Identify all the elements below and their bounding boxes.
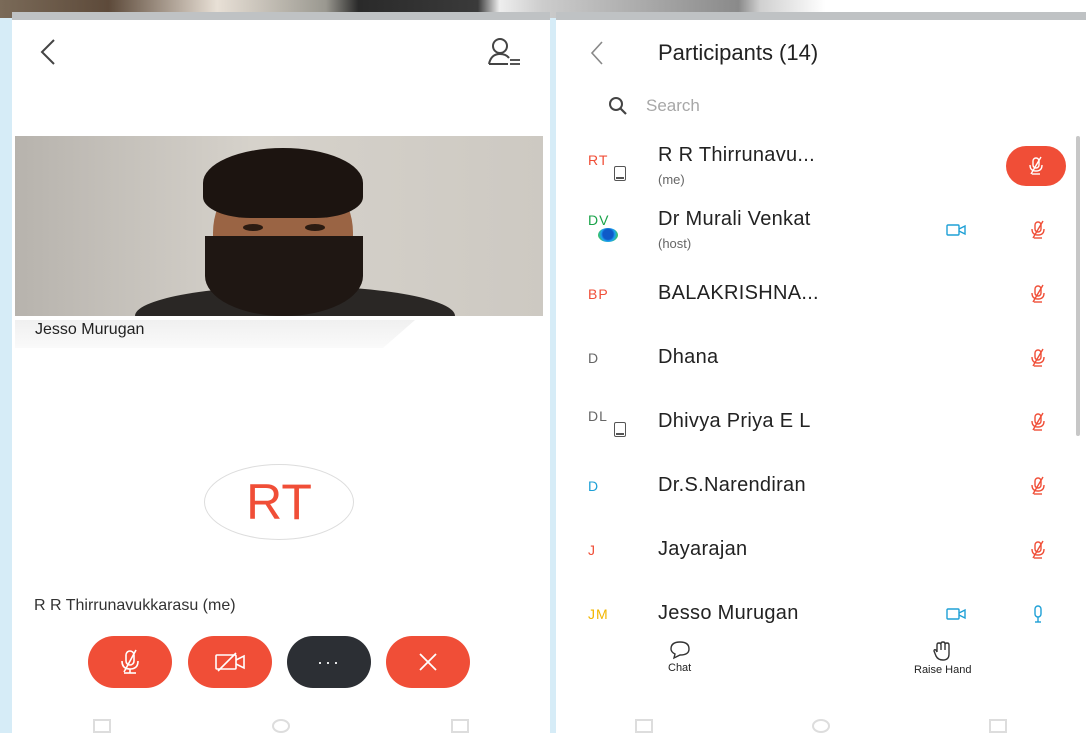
participant-initials: D	[588, 350, 600, 366]
participant-role: (host)	[658, 236, 692, 251]
participant-row[interactable]: D Dr.S.Narendiran	[556, 454, 1076, 518]
participant-row[interactable]: BP BALAKRISHNA...	[556, 262, 1076, 326]
mic-muted-icon	[1031, 540, 1045, 559]
mic-muted-icon	[1031, 412, 1045, 431]
menu-nav-icon[interactable]	[92, 719, 111, 733]
video-person-hair	[203, 148, 363, 218]
self-name-label: R R Thirrunavukkarasu (me)	[34, 597, 236, 614]
system-nav-bar	[12, 716, 550, 733]
participants-screen: Participants (14) RT R R Thirrunavu... (…	[556, 12, 1086, 733]
more-icon: ···	[317, 651, 341, 672]
raise-hand-icon	[933, 641, 950, 661]
participant-name: Jesso Murugan	[658, 602, 799, 624]
participant-initials: BP	[588, 286, 609, 302]
video-person-eye	[243, 224, 263, 231]
chevron-left-icon	[40, 39, 55, 65]
video-on-icon	[946, 608, 966, 620]
meeting-screen: Jesso Murugan RT R R Thirrunavukkarasu (…	[12, 12, 550, 733]
participant-row[interactable]: RT R R Thirrunavu... (me)	[556, 134, 1076, 198]
participant-initials: JM	[588, 606, 609, 622]
home-nav-icon[interactable]	[811, 719, 830, 733]
participant-initials: J	[588, 542, 596, 558]
mic-muted-icon	[1031, 348, 1045, 367]
status-bar	[12, 12, 550, 20]
participant-role: (me)	[658, 172, 685, 187]
search-bar[interactable]	[608, 90, 1048, 122]
self-mute-button[interactable]	[1006, 146, 1066, 186]
participant-row[interactable]: JM Jesso Murugan	[556, 582, 1076, 646]
video-person-eye	[305, 224, 325, 231]
participant-name: Jayarajan	[658, 538, 748, 560]
back-nav-icon[interactable]	[988, 719, 1007, 733]
participant-initials: DV	[588, 212, 610, 229]
status-bar	[556, 12, 1086, 20]
close-icon	[419, 653, 437, 671]
participant-name: Dhivya Priya E L	[658, 410, 811, 432]
participant-initials: D	[588, 478, 600, 494]
participant-name: Dr Murali Venkat	[658, 208, 811, 230]
participant-list: RT R R Thirrunavu... (me) DV Dr Murali V…	[556, 134, 1076, 646]
participant-logo-icon	[598, 228, 618, 242]
participant-initials: RT	[588, 151, 609, 168]
search-icon	[609, 97, 627, 115]
video-on-icon	[946, 224, 966, 236]
participant-initials: DL	[588, 407, 608, 424]
video-toggle-button[interactable]	[188, 636, 272, 688]
mic-muted-icon	[1029, 156, 1043, 175]
leave-meeting-button[interactable]	[386, 636, 470, 688]
chevron-left-icon	[590, 41, 603, 65]
video-tile-name: Jesso Murugan	[15, 320, 415, 348]
participants-actions-bar: Chat Raise Hand	[556, 640, 1086, 690]
mic-muted-icon	[1031, 220, 1045, 239]
participant-row[interactable]: DV Dr Murali Venkat (host)	[556, 198, 1076, 262]
participant-name: Dr.S.Narendiran	[658, 474, 806, 496]
remote-video-tile[interactable]	[15, 136, 543, 316]
mic-muted-icon	[1031, 476, 1045, 495]
video-person-beard	[205, 236, 363, 316]
mobile-device-icon	[614, 166, 626, 181]
back-button[interactable]	[584, 36, 612, 70]
self-avatar: RT	[204, 464, 354, 540]
chat-label: Chat	[668, 662, 692, 674]
search-input[interactable]	[646, 96, 1006, 116]
mobile-device-icon	[614, 422, 626, 437]
home-nav-icon[interactable]	[271, 719, 290, 733]
participant-row[interactable]: J Jayarajan	[556, 518, 1076, 582]
participant-name: BALAKRISHNA...	[658, 282, 819, 304]
participant-row[interactable]: D Dhana	[556, 326, 1076, 390]
mic-muted-icon	[121, 649, 139, 674]
more-options-button[interactable]: ···	[287, 636, 371, 688]
participants-title: Participants (14)	[658, 40, 819, 65]
list-scrollbar[interactable]	[1076, 136, 1080, 436]
chat-bubble-icon	[669, 641, 690, 660]
participants-list-icon	[488, 38, 520, 65]
system-nav-bar	[556, 716, 1086, 733]
participants-button[interactable]	[486, 34, 522, 70]
mic-on-icon	[1034, 605, 1042, 623]
mute-button[interactable]	[88, 636, 172, 688]
participant-row[interactable]: DL Dhivya Priya E L	[556, 390, 1076, 454]
participant-name: R R Thirrunavu...	[658, 144, 816, 166]
mic-muted-icon	[1031, 284, 1045, 303]
chat-button[interactable]: Chat	[668, 640, 691, 674]
back-button[interactable]	[34, 34, 64, 70]
menu-nav-icon[interactable]	[635, 719, 654, 733]
participant-name: Dhana	[658, 346, 719, 368]
back-nav-icon[interactable]	[451, 719, 470, 733]
raise-hand-button[interactable]: Raise Hand	[914, 640, 971, 676]
raise-hand-label: Raise Hand	[914, 664, 972, 676]
video-off-icon	[215, 652, 245, 672]
